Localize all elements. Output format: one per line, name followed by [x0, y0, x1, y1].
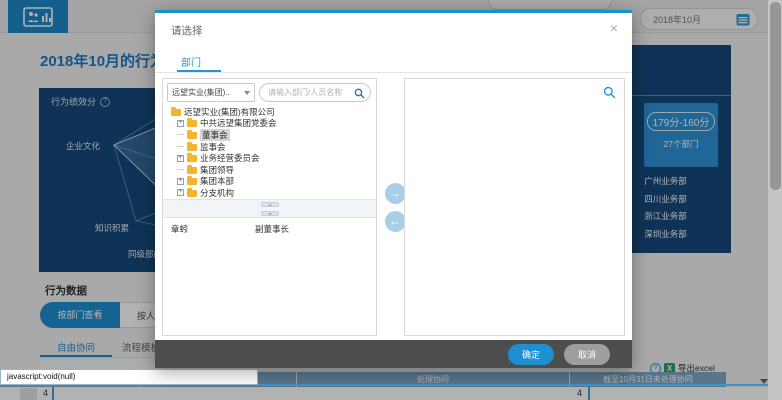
expand-icon[interactable]: + — [177, 120, 184, 127]
org-select-value: 远望实业(集团).. — [172, 88, 230, 97]
collapse-up-handle[interactable] — [261, 202, 279, 207]
select-dialog-body: 请选择 × 部门 远望实业(集团).. 请输入部门/人员名称 远望实业(集团)有… — [155, 10, 632, 340]
select-dialog: 请选择 × 部门 远望实业(集团).. 请输入部门/人员名称 远望实业(集团)有… — [155, 10, 632, 368]
tree-connector — [177, 134, 184, 135]
status-tooltip: javascript:void(null) — [0, 369, 258, 385]
tree-item-label[interactable]: 中共远望集团党委会 — [200, 117, 277, 129]
search-placeholder: 请输入部门/人员名称 — [268, 88, 342, 97]
collapse-down-handle[interactable] — [261, 211, 279, 216]
tab-department[interactable]: 部门 — [181, 54, 201, 69]
tree-item[interactable]: + 集团本部 — [165, 176, 374, 188]
org-select[interactable]: 远望实业(集团).. — [167, 83, 255, 102]
caret-down-icon — [244, 91, 250, 95]
folder-icon — [187, 167, 197, 174]
person-name: 章蚓 — [171, 223, 255, 235]
person-title: 副董事长 — [255, 223, 289, 235]
cancel-button[interactable]: 取消 — [564, 344, 610, 365]
tree-item-label[interactable]: 分支机构 — [200, 187, 234, 199]
tree-connector — [177, 169, 184, 170]
person-row[interactable]: 章蚓 副董事长 — [163, 218, 376, 235]
tree-item[interactable]: 远望实业(集团)有限公司 — [165, 106, 374, 118]
tree-item[interactable]: + 中共远望集团党委会 — [165, 118, 374, 130]
tree-item-label[interactable]: 集团本部 — [200, 175, 234, 187]
tree-item-label[interactable]: 集团领导 — [200, 164, 234, 176]
dialog-footer: 确定 取消 — [155, 340, 632, 368]
folder-icon — [187, 132, 197, 139]
tree-item[interactable]: + 业务经营委员会 — [165, 152, 374, 164]
expand-icon[interactable]: + — [177, 178, 184, 185]
department-tree-panel: 远望实业(集团).. 请输入部门/人员名称 远望实业(集团)有限公司+中共远望集… — [162, 78, 377, 336]
page-scrollbar[interactable] — [768, 0, 782, 400]
search-icon[interactable] — [603, 86, 616, 99]
tree-item-label[interactable]: 远望实业(集团)有限公司 — [184, 106, 275, 118]
move-left-button[interactable]: ← — [385, 211, 406, 232]
tree-connector — [177, 146, 184, 147]
selected-items-panel — [404, 78, 625, 336]
scrollbar-thumb[interactable] — [770, 2, 781, 190]
folder-icon — [171, 109, 181, 116]
move-right-button[interactable]: → — [385, 183, 406, 204]
app-root: 2018年10月 2018年10月的行为绩效 行为绩效分 ? 企业文化 知识积累… — [0, 0, 782, 400]
tree-item[interactable]: 监事会 — [165, 141, 374, 153]
panel-splitter[interactable] — [163, 199, 376, 218]
close-icon[interactable]: × — [610, 20, 618, 36]
folder-icon — [187, 120, 197, 127]
org-tree: 远望实业(集团)有限公司+中共远望集团党委会董事会监事会+业务经营委员会集团领导… — [165, 106, 374, 199]
expand-icon[interactable]: + — [177, 189, 184, 196]
tree-item-label[interactable]: 业务经营委员会 — [200, 152, 260, 164]
folder-icon — [187, 190, 197, 197]
person-list: 章蚓 副董事长 — [163, 218, 376, 335]
tree-item-label[interactable]: 董事会 — [200, 129, 230, 141]
folder-icon — [187, 178, 197, 185]
tree-item[interactable]: + 分支机构 — [165, 187, 374, 199]
expand-icon[interactable]: + — [177, 155, 184, 162]
tree-item[interactable]: 集团领导 — [165, 164, 374, 176]
tabs-divider — [155, 72, 632, 73]
dialog-title: 请选择 — [171, 23, 203, 38]
tree-item-label[interactable]: 监事会 — [200, 141, 226, 153]
tree-item[interactable]: 董事会 — [165, 129, 374, 141]
tree-search-input[interactable]: 请输入部门/人员名称 — [259, 83, 371, 102]
search-icon[interactable] — [354, 88, 365, 99]
confirm-button[interactable]: 确定 — [508, 344, 554, 365]
dialog-accent-bar — [155, 10, 632, 13]
folder-icon — [187, 144, 197, 151]
folder-icon — [187, 155, 197, 162]
